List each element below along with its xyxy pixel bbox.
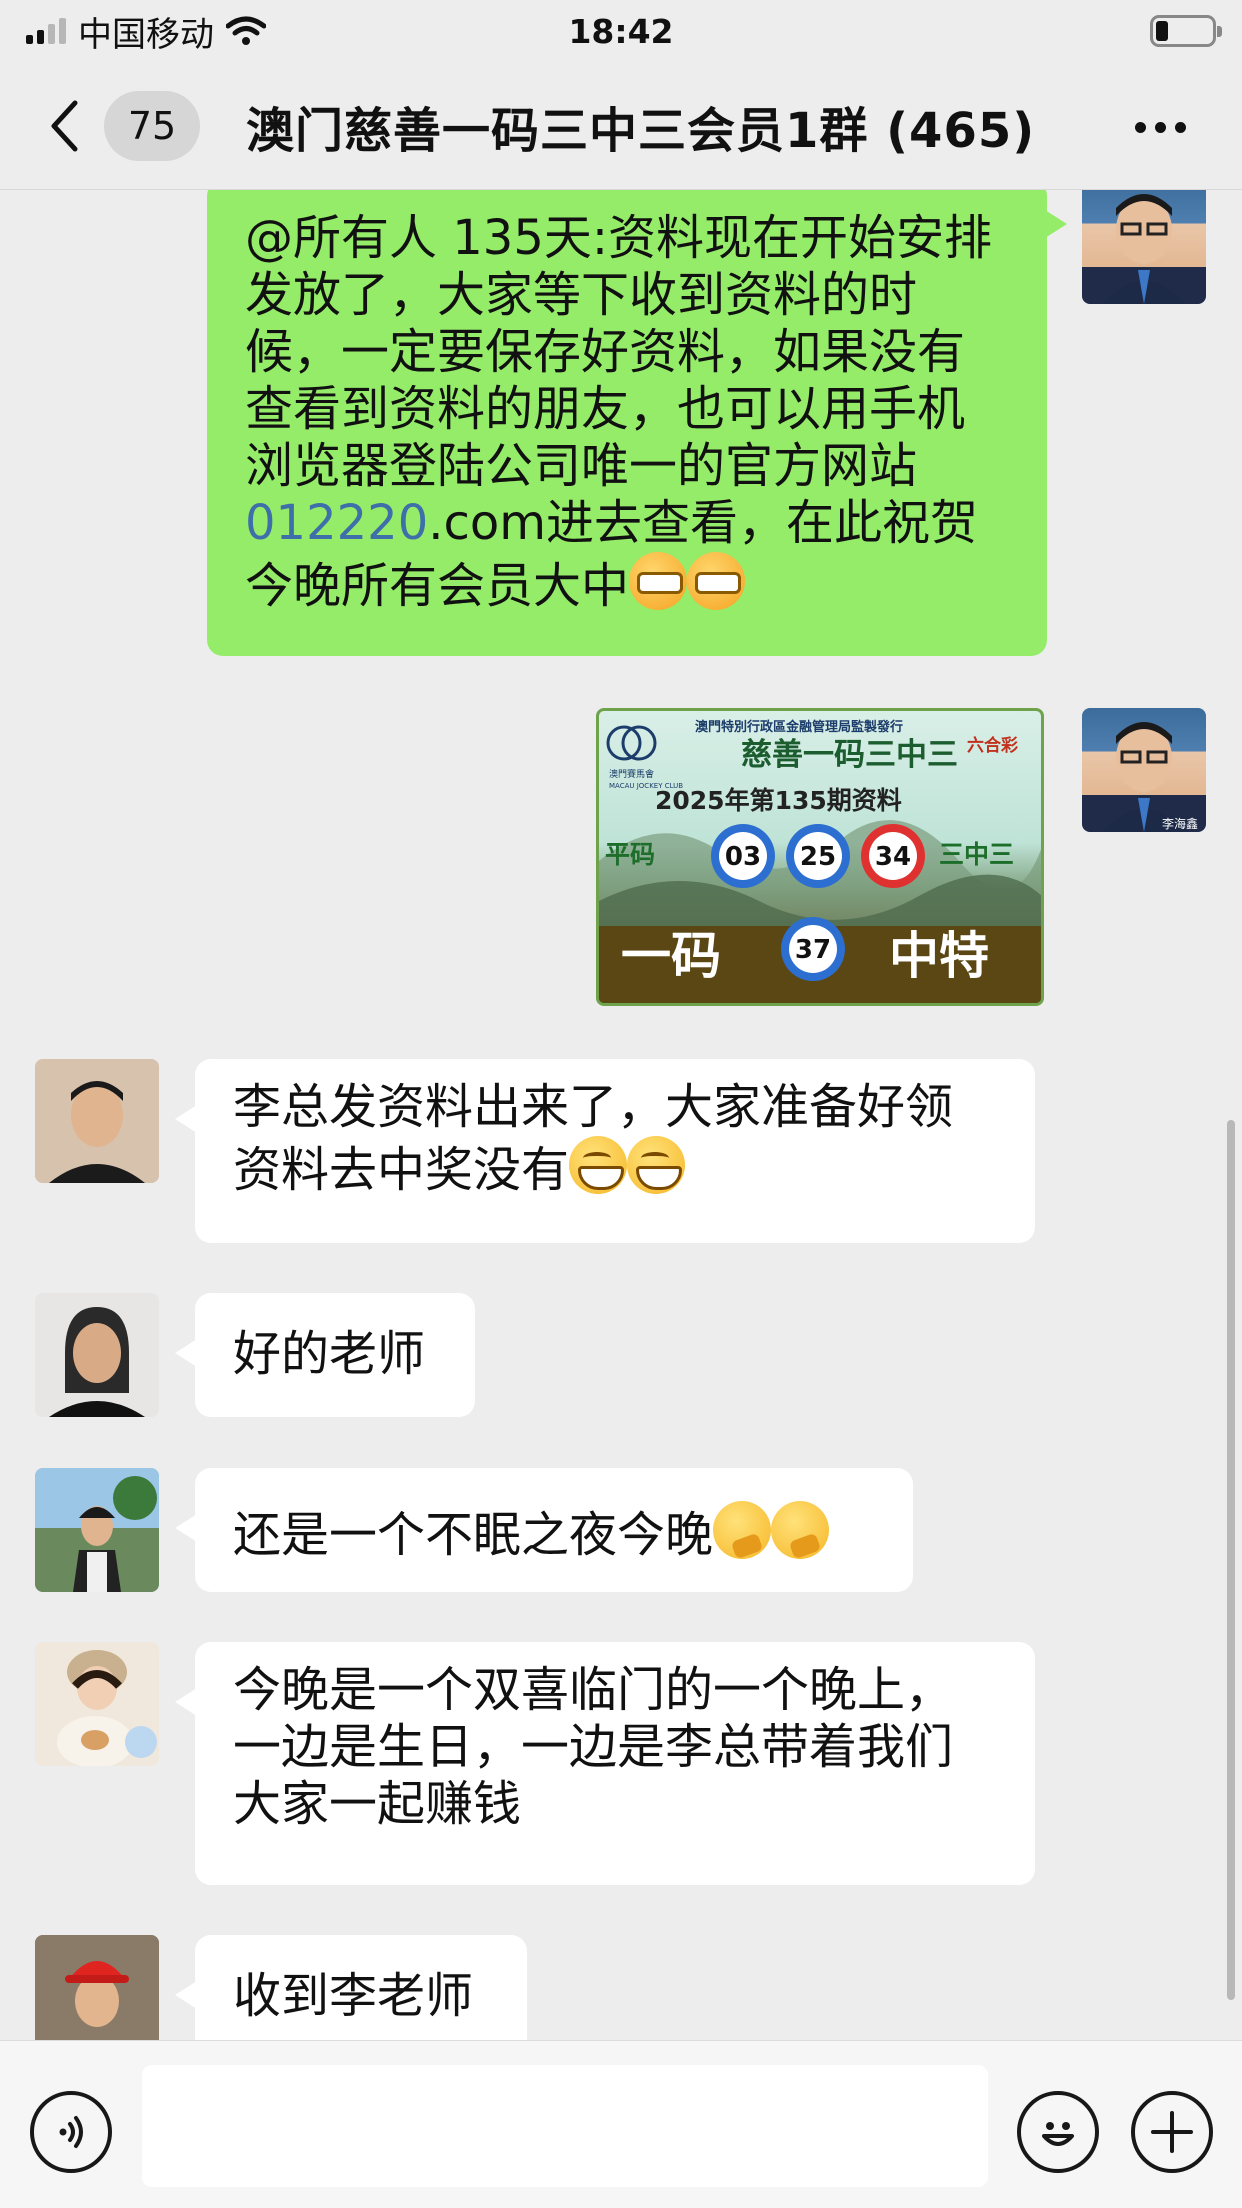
message-bubble-7[interactable]: 收到李老师 (175, 1935, 527, 2040)
person-icon (35, 1059, 159, 1183)
svg-text:34: 34 (875, 842, 911, 872)
special-label: 中特 (889, 927, 989, 985)
message-bubble-5[interactable]: 还是一个不眠之夜今晚 (175, 1468, 913, 1592)
message-bubble-6[interactable]: 今晚是一个双喜临门的一个晚上，一边是生日，一边是李总带着我们大家一起赚钱 (175, 1642, 1035, 1885)
message-text: 今晚是一个双喜临门的一个晚上，一边是生日，一边是李总带着我们大家一起赚钱 (233, 1662, 954, 1832)
scrollbar[interactable] (1227, 1120, 1235, 2000)
svg-text:37: 37 (795, 935, 831, 965)
ball-2: 25 (786, 824, 850, 888)
grin-emoji-icon (627, 1136, 686, 1194)
issuer-text: 澳門特別行政區金融管理局監製發行 (695, 719, 903, 735)
voice-icon (59, 2116, 83, 2148)
ball-1: 03 (711, 824, 775, 888)
handshake-emoji-icon (629, 552, 688, 610)
sender-avatar[interactable] (35, 1059, 159, 1183)
person-icon: 李海鑫 (1102, 722, 1198, 832)
message-text: 收到李老师 (233, 1968, 474, 2024)
message-text: @所有人 135天:资料现在开始安排发放了，大家等下收到资料的时候，一定要保存好… (245, 210, 993, 494)
message-bubble-1[interactable]: @所有人 135天:资料现在开始安排发放了，大家等下收到资料的时候，一定要保存好… (207, 190, 1067, 656)
sender-avatar[interactable] (35, 1468, 159, 1592)
more-icon (1135, 121, 1146, 133)
message-input[interactable] (142, 2065, 988, 2187)
status-bar: 中国移动 18:42 (0, 0, 1242, 62)
message-bubble-3[interactable]: 李总发资料出来了，大家准备好领资料去中奖没有 (175, 1059, 1035, 1243)
emoji-button[interactable] (1017, 2091, 1099, 2173)
three-label: 三中三 (939, 840, 1014, 869)
status-left: 中国移动 (26, 7, 266, 56)
carrier-label: 中国移动 (78, 14, 214, 55)
back-button[interactable] (36, 96, 92, 156)
avatar-label: 李海鑫 (1162, 816, 1198, 831)
message-list[interactable]: @所有人 135天:资料现在开始安排发放了，大家等下收到资料的时候，一定要保存好… (0, 190, 1242, 2040)
handshake-emoji-icon (687, 552, 746, 610)
sender-avatar[interactable] (35, 1642, 159, 1766)
unread-badge[interactable]: 75 (104, 90, 200, 161)
sender-avatar[interactable] (35, 1293, 159, 1417)
plus-button[interactable] (1131, 2091, 1213, 2173)
my-avatar[interactable] (1082, 190, 1206, 304)
person-icon (35, 1935, 159, 2040)
message-link[interactable]: 012220 (245, 495, 428, 551)
voice-button[interactable] (30, 2091, 112, 2173)
emoji-icon (1042, 2122, 1074, 2146)
signal-icon (26, 18, 66, 44)
person-icon (1102, 194, 1186, 304)
sender-avatar[interactable] (35, 1935, 159, 2040)
message-text: 还是一个不眠之夜今晚 (233, 1507, 714, 1563)
one-code-label: 一码 (621, 927, 721, 985)
lottery-image: 澳門賽馬會 MACAU JOCKEY CLUB 澳門特別行政區金融管理局監製發行… (599, 719, 1041, 1003)
plus-icon (1151, 2111, 1193, 2153)
card-title: 慈善一码三中三 (741, 737, 958, 773)
thinking-emoji-icon (713, 1501, 772, 1559)
card-issue: 2025年第135期资料 (655, 786, 902, 815)
flat-label: 平码 (605, 840, 655, 869)
chat-title: 澳门慈善一码三中三会员1群 (465) (246, 102, 1036, 159)
person-icon (35, 1468, 159, 1592)
brand-text: 六合彩 (967, 735, 1018, 756)
wifi-icon (226, 16, 266, 45)
svg-text:25: 25 (800, 842, 836, 872)
message-bubble-4[interactable]: 好的老师 (175, 1293, 475, 1417)
input-bar (0, 2040, 1242, 2208)
grin-emoji-icon (569, 1136, 628, 1194)
special-ball: 37 (781, 917, 845, 981)
person-icon (35, 1293, 159, 1417)
person-icon (35, 1642, 159, 1766)
ball-3: 34 (861, 824, 925, 888)
my-avatar-2[interactable]: 李海鑫 (1082, 708, 1206, 832)
message-text: 好的老师 (233, 1326, 426, 1382)
thinking-emoji-icon (771, 1501, 830, 1559)
chat-header: 75 澳门慈善一码三中三会员1群 (465) (0, 62, 1242, 190)
svg-text:03: 03 (725, 842, 761, 872)
more-button[interactable] (1135, 102, 1186, 152)
back-icon (51, 100, 78, 151)
battery-icon (1150, 15, 1222, 47)
lottery-image-card[interactable]: 澳門賽馬會 MACAU JOCKEY CLUB 澳門特別行政區金融管理局監製發行… (596, 708, 1044, 1006)
club-name: 澳門賽馬會 (609, 768, 654, 780)
